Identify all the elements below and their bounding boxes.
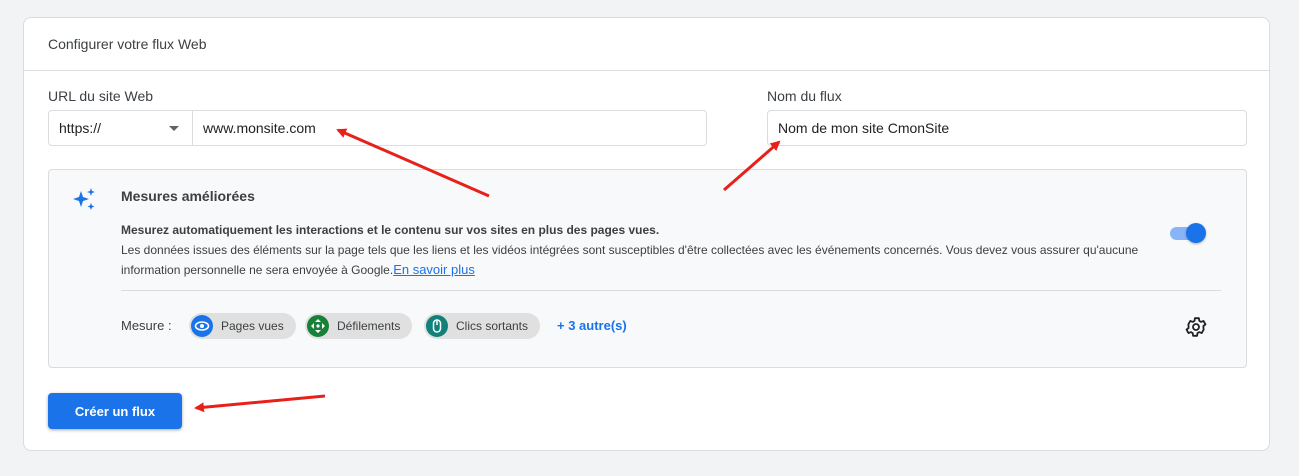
mouse-icon — [426, 315, 448, 337]
enhanced-toggle[interactable] — [1168, 223, 1206, 243]
chip-label: Pages vues — [221, 319, 284, 333]
chevron-down-icon — [169, 125, 179, 131]
enhanced-title: Mesures améliorées — [121, 188, 255, 204]
create-stream-button[interactable]: Créer un flux — [48, 393, 182, 429]
url-input[interactable]: www.monsite.com — [192, 110, 707, 146]
chip-pages-vues: Pages vues — [189, 313, 296, 339]
enhanced-description-bold: Mesurez automatiquement les interactions… — [121, 223, 660, 237]
stream-name-input[interactable]: Nom de mon site CmonSite — [767, 110, 1247, 146]
eye-icon — [191, 315, 213, 337]
gear-icon[interactable] — [1184, 315, 1208, 339]
stream-name-label: Nom du flux — [767, 88, 842, 104]
chip-defilements: Défilements — [305, 313, 413, 339]
sparkle-icon — [73, 188, 95, 210]
protocol-select[interactable]: https:// — [48, 110, 193, 146]
enhanced-description: Les données issues des éléments sur la p… — [121, 240, 1181, 280]
url-input-value: www.monsite.com — [203, 120, 316, 136]
enhanced-measurement-panel: Mesures améliorées Mesurez automatiqueme… — [48, 169, 1247, 368]
learn-more-link[interactable]: En savoir plus — [393, 262, 475, 277]
chip-label: Défilements — [337, 319, 401, 333]
protocol-value: https:// — [59, 120, 102, 136]
mesure-label: Mesure : — [121, 318, 172, 333]
divider — [121, 290, 1221, 291]
chip-clics-sortants: Clics sortants — [424, 313, 541, 339]
stream-name-value: Nom de mon site CmonSite — [778, 120, 950, 136]
scroll-icon — [307, 315, 329, 337]
more-measures-link[interactable]: + 3 autre(s) — [557, 318, 627, 333]
chip-label: Clics sortants — [456, 319, 529, 333]
enhanced-description-text: Les données issues des éléments sur la p… — [121, 243, 1139, 277]
web-stream-card: Configurer votre flux Web URL du site We… — [23, 17, 1270, 451]
card-title: Configurer votre flux Web — [24, 18, 1269, 71]
url-label: URL du site Web — [48, 88, 154, 104]
toggle-knob — [1186, 223, 1206, 243]
